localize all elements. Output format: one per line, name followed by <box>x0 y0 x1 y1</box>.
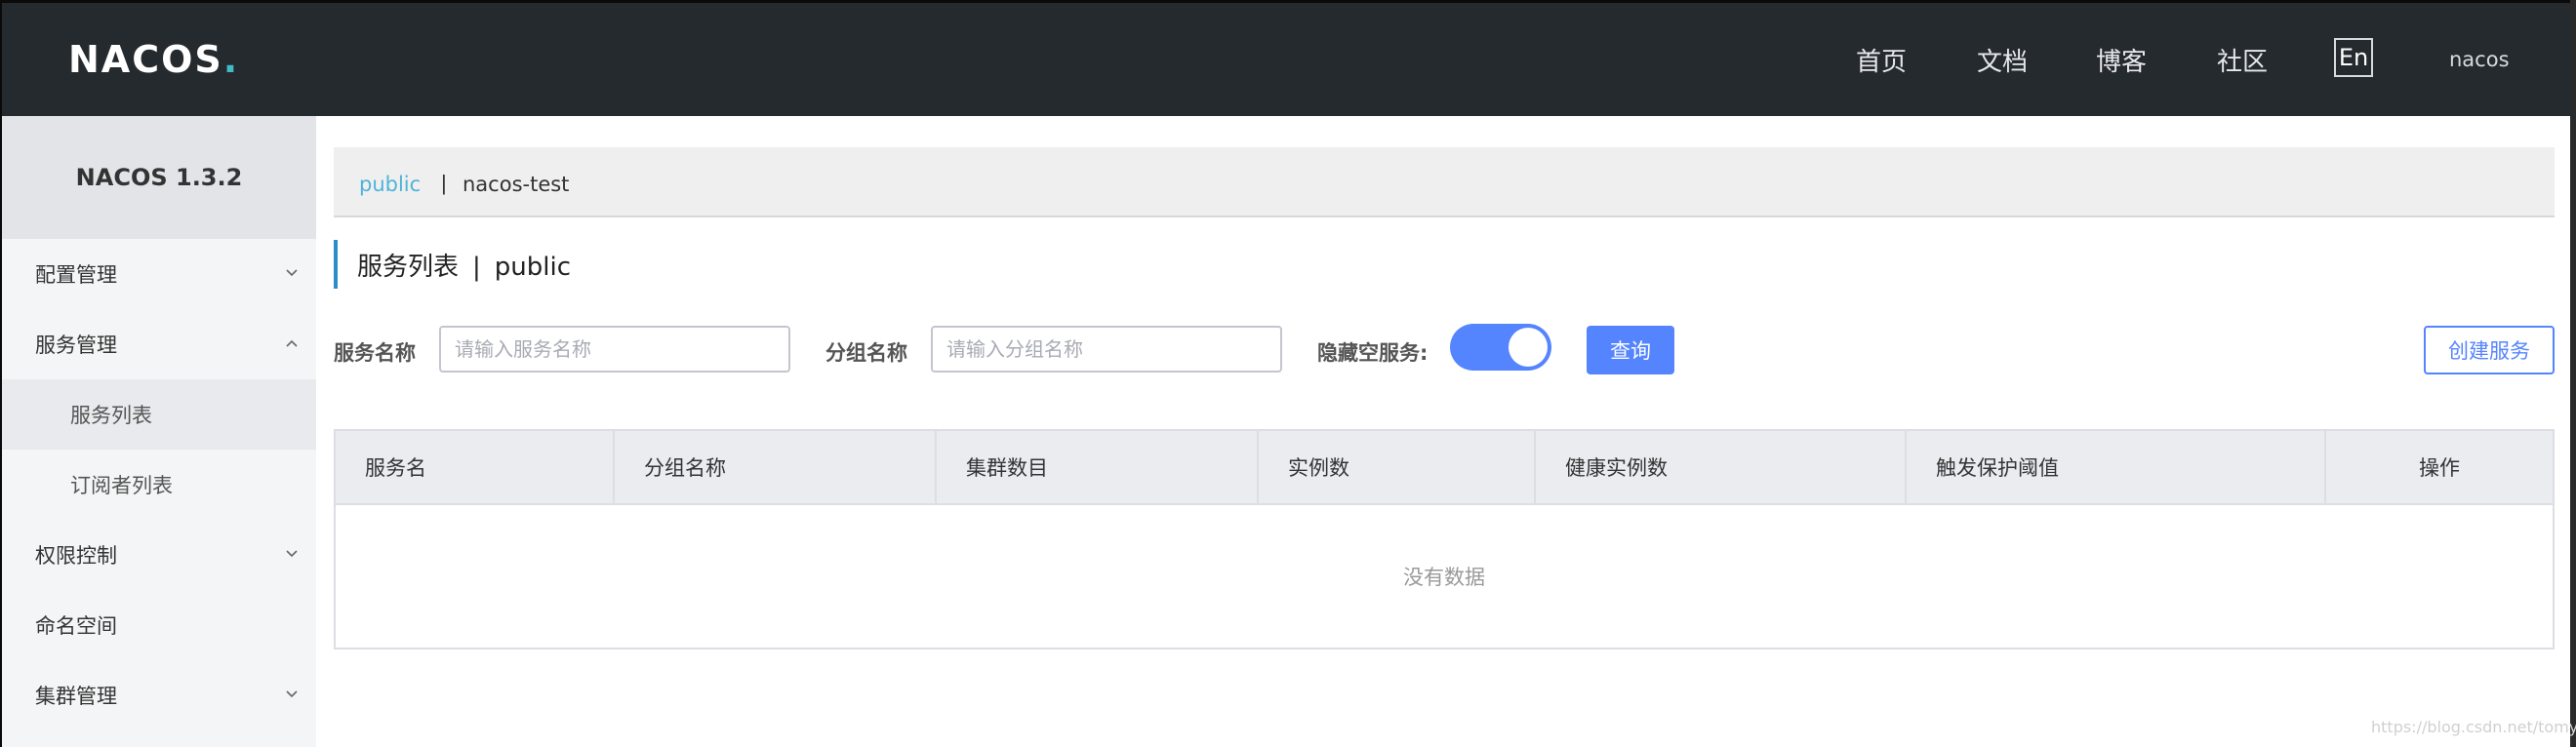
nav-blog[interactable]: 博客 <box>2096 42 2147 78</box>
create-service-button[interactable]: 创建服务 <box>2424 326 2555 374</box>
window-frame-right <box>2570 0 2576 747</box>
chevron-down-icon <box>285 547 299 561</box>
group-name-input[interactable] <box>931 326 1282 373</box>
hide-empty-services-toggle[interactable] <box>1450 324 1551 371</box>
sidebar-item-namespace[interactable]: 命名空间 <box>2 590 316 660</box>
service-table: 服务名 分组名称 集群数目 实例数 健康实例数 触发保护阈值 操作 没有数据 <box>334 429 2555 649</box>
nav-community[interactable]: 社区 <box>2217 42 2268 78</box>
sidebar-item-config-management[interactable]: 配置管理 <box>2 239 316 309</box>
sidebar-item-subscriber-list[interactable]: 订阅者列表 <box>2 450 316 520</box>
column-header-service-name[interactable]: 服务名 <box>336 431 615 503</box>
toggle-knob <box>1509 328 1548 367</box>
column-header-actions: 操作 <box>2419 456 2460 480</box>
table-empty-state: 没有数据 <box>1403 566 1485 589</box>
sidebar-item-label: 命名空间 <box>35 614 117 638</box>
watermark: https://blog.csdn.net/tomyLin <box>2371 718 2576 736</box>
column-header-protect-threshold[interactable]: 触发保护阈值 <box>1907 431 2326 503</box>
namespace-public-link[interactable]: public <box>359 173 421 196</box>
service-name-label: 服务名称 <box>334 341 416 365</box>
namespace-separator: | <box>441 171 447 195</box>
nav-home[interactable]: 首页 <box>1856 42 1907 78</box>
chevron-down-icon <box>285 266 299 280</box>
sidebar-item-label: 权限控制 <box>35 544 117 568</box>
sidebar-item-label: 配置管理 <box>35 263 117 287</box>
page-title-block: 服务列表 | public <box>334 240 571 289</box>
query-button[interactable]: 查询 <box>1587 326 1674 374</box>
page-title: 服务列表 | public <box>357 252 572 282</box>
nav-docs[interactable]: 文档 <box>1977 42 2028 78</box>
column-header-group-name[interactable]: 分组名称 <box>615 431 937 503</box>
logo-dot: . <box>222 38 240 81</box>
sidebar-version-title: NACOS 1.3.2 <box>2 116 316 239</box>
top-header: NACOS. 首页 文档 博客 社区 En nacos <box>2 3 2570 116</box>
sidebar-item-label: 服务管理 <box>35 334 117 357</box>
user-menu[interactable]: nacos <box>2449 48 2510 71</box>
column-header-instance-count[interactable]: 实例数 <box>1259 431 1536 503</box>
nacos-logo[interactable]: NACOS. <box>68 38 239 81</box>
column-header-healthy-instance-count[interactable]: 健康实例数 <box>1536 431 1907 503</box>
column-header-cluster-count[interactable]: 集群数目 <box>937 431 1259 503</box>
sidebar: NACOS 1.3.2 配置管理 服务管理 服务列表 订阅者列表 权限控制 命名… <box>2 116 316 747</box>
sidebar-item-label: 服务列表 <box>70 404 152 427</box>
chevron-down-icon <box>285 688 299 701</box>
chevron-up-icon <box>285 336 299 350</box>
sidebar-item-label: 集群管理 <box>35 685 117 708</box>
sidebar-item-access-control[interactable]: 权限控制 <box>2 520 316 590</box>
namespace-bar: public | nacos-test <box>334 147 2555 217</box>
service-name-input[interactable] <box>439 326 790 373</box>
hide-empty-services-label: 隐藏空服务: <box>1317 341 1429 365</box>
logo-text: NACOS <box>68 38 223 81</box>
sidebar-item-label: 订阅者列表 <box>70 474 173 497</box>
table-header: 服务名 分组名称 集群数目 实例数 健康实例数 触发保护阈值 操作 <box>336 431 2553 505</box>
group-name-label: 分组名称 <box>825 341 907 365</box>
sidebar-item-service-management[interactable]: 服务管理 <box>2 309 316 379</box>
sidebar-item-cluster-management[interactable]: 集群管理 <box>2 660 316 730</box>
sidebar-item-service-list[interactable]: 服务列表 <box>2 379 316 450</box>
language-switch-button[interactable]: En <box>2334 38 2373 77</box>
namespace-nacos-test-link[interactable]: nacos-test <box>463 173 569 196</box>
